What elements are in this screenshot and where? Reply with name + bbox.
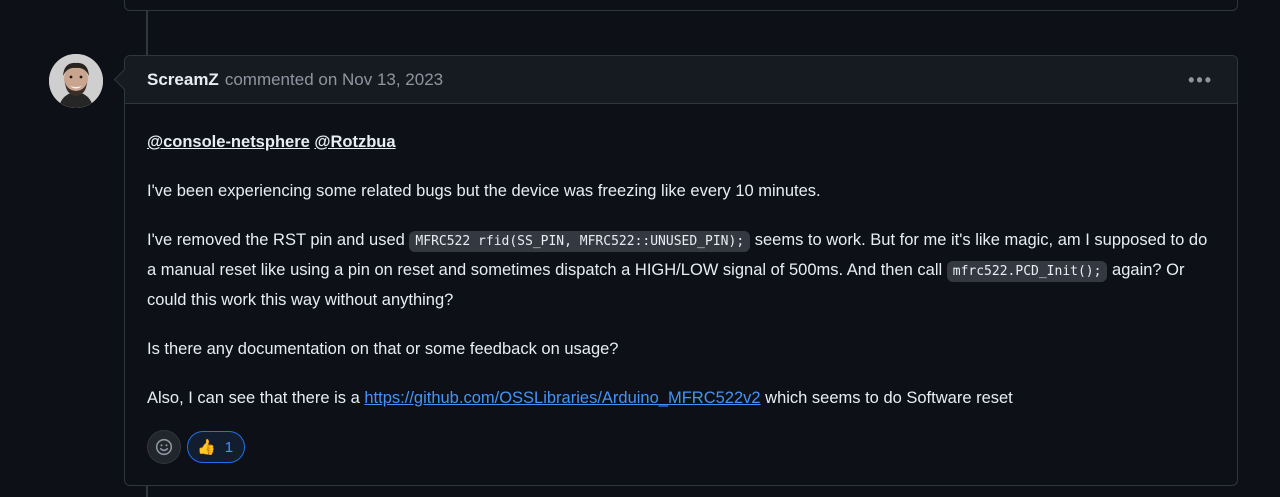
thumbs-up-reaction[interactable]: 👍 1 bbox=[187, 431, 246, 463]
timeline-connector bbox=[146, 11, 148, 55]
timeline-connector bbox=[146, 486, 148, 497]
issue-timeline: ScreamZ commented on Nov 13, 2023 ••• @c… bbox=[0, 0, 1280, 497]
inline-code: MFRC522 rfid(SS_PIN, MFRC522::UNUSED_PIN… bbox=[409, 231, 751, 252]
add-reaction-button[interactable] bbox=[147, 430, 181, 464]
comment-header: ScreamZ commented on Nov 13, 2023 ••• bbox=[125, 56, 1237, 104]
reaction-count: 1 bbox=[224, 438, 234, 456]
repo-link[interactable]: https://github.com/OSSLibraries/Arduino_… bbox=[364, 389, 760, 407]
inline-code: mfrc522.PCD_Init(); bbox=[946, 261, 1108, 282]
mentions-line: @console-netsphere @Rotzbua bbox=[147, 128, 1215, 157]
smiley-icon bbox=[155, 438, 173, 456]
text-run: Also, I can see that there is a bbox=[147, 389, 365, 407]
reactions-bar: 👍 1 bbox=[147, 430, 246, 464]
kebab-horizontal-icon[interactable]: ••• bbox=[1188, 70, 1213, 91]
text-run: I've removed the RST pin and used bbox=[147, 231, 410, 249]
thumbs-up-icon: 👍 bbox=[197, 439, 216, 456]
avatar[interactable] bbox=[49, 54, 103, 108]
comment-body: @console-netsphere @Rotzbua I've been ex… bbox=[125, 104, 1237, 413]
previous-comment-box bbox=[124, 0, 1238, 11]
comment-timestamp[interactable]: commented on Nov 13, 2023 bbox=[225, 70, 443, 90]
paragraph: Is there any documentation on that or so… bbox=[147, 340, 619, 358]
paragraph: Also, I can see that there is a https://… bbox=[147, 384, 1215, 413]
avatar-image bbox=[49, 54, 103, 108]
paragraph: I've removed the RST pin and used MFRC52… bbox=[147, 226, 1215, 315]
comment-container: ScreamZ commented on Nov 13, 2023 ••• @c… bbox=[124, 55, 1238, 486]
paragraph: I've been experiencing some related bugs… bbox=[147, 182, 821, 200]
mention-link[interactable]: @Rotzbua bbox=[314, 133, 395, 151]
author-link[interactable]: ScreamZ bbox=[147, 70, 219, 90]
text-run: which seems to do Software reset bbox=[760, 389, 1013, 407]
mention-link[interactable]: @console-netsphere bbox=[147, 133, 310, 151]
